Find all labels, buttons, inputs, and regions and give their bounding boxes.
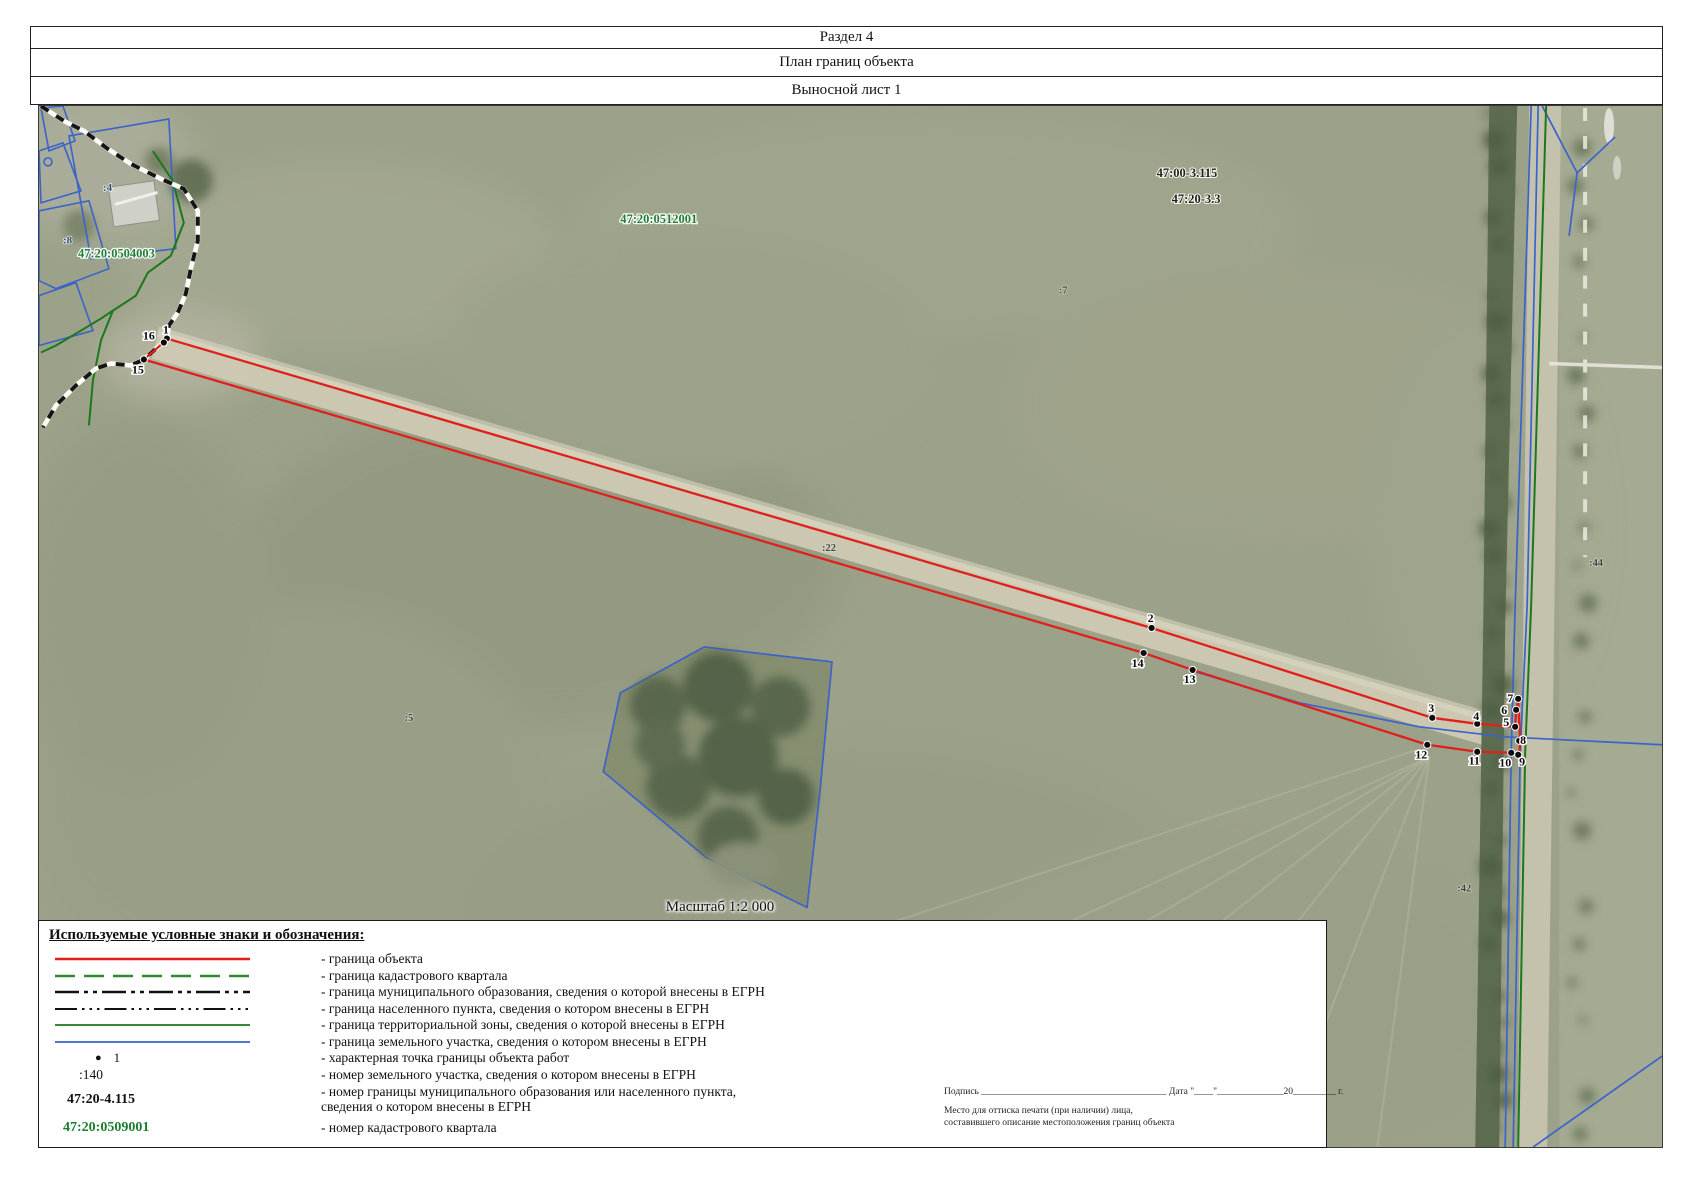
boundary-point-number: 13 — [1184, 672, 1196, 686]
legend-label: - номер земельного участка, сведения о к… — [321, 1068, 696, 1083]
legend-row: ●1- характерная точка границы объекта ра… — [39, 1050, 939, 1067]
boundary-point-dot — [1429, 714, 1436, 721]
boundary-point-number: 4 — [1473, 709, 1479, 723]
legend-sample-text: 47:20-4.115 — [67, 1092, 135, 1108]
boundary-point-number: 1 — [163, 323, 169, 337]
legend-label: - граница населенного пункта, сведения о… — [321, 1002, 709, 1017]
legend-row: :140 - номер земельного участка, сведения… — [39, 1067, 939, 1084]
legend-row: 47:20:0509001 - номер кадастрового кварта… — [39, 1118, 939, 1138]
legend-sample-nas-dash — [39, 1001, 321, 1018]
legend-sample-red-solid — [39, 951, 321, 968]
document-page: Раздел 4 План границ объекта Выносной ли… — [0, 0, 1698, 1200]
point-sample-number: 1 — [114, 1050, 121, 1066]
legend-label: - граница кадастрового квартала — [321, 969, 508, 984]
boundary-point-number: 14 — [1132, 656, 1144, 670]
boundary-point-number: 3 — [1428, 701, 1434, 715]
boundary-point-number: 12 — [1415, 748, 1427, 762]
boundary-point-dot — [1513, 706, 1520, 713]
legend-box: Используемые условные знаки и обозначени… — [38, 920, 1327, 1148]
legend-sample-point: ●1 — [39, 1050, 321, 1067]
legend-row: - граница муниципального образования, св… — [39, 984, 939, 1001]
map-area-label: :44 — [1589, 558, 1604, 569]
map-area-label: 47:20-3.3 — [1172, 192, 1221, 206]
boundary-point-number: 11 — [1469, 754, 1480, 768]
legend-sample-text-green: 47:20:0509001 — [39, 1118, 321, 1138]
legend-label: - номер кадастрового квартала — [321, 1121, 497, 1136]
legend-label: - граница территориальной зоны, сведения… — [321, 1018, 725, 1033]
legend-row: 47:20-4.115 - номер границы муниципальног… — [39, 1083, 939, 1116]
boundary-point-number: 2 — [1148, 611, 1154, 625]
legend-row: - граница населенного пункта, сведения о… — [39, 1001, 939, 1018]
legend-label: - граница объекта — [321, 952, 423, 967]
legend-row: - граница территориальной зоны, сведения… — [39, 1017, 939, 1034]
legend-sample-text-bold: 47:20-4.115 — [39, 1083, 321, 1116]
boundary-point-number: 15 — [132, 362, 144, 376]
map-area-label: 47:20:0504003 — [78, 247, 155, 261]
legend-label: - граница муниципального образования, св… — [321, 985, 765, 1000]
point-sample-dot: ● — [95, 1052, 102, 1064]
legend-sample-text: 47:20:0509001 — [63, 1120, 149, 1136]
stamp-note: Место для оттиска печати (при наличии) л… — [944, 1106, 1336, 1129]
boundary-point-dot — [1515, 695, 1522, 702]
signature-line: Подпись ________________________________… — [944, 1087, 1336, 1097]
boundary-point-dot — [1512, 723, 1519, 730]
sheet-title: Выносной лист 1 — [30, 77, 1663, 105]
legend-sample-mun-dash — [39, 984, 321, 1001]
map-area-label: 47:00-3.115 — [1157, 166, 1218, 180]
map-scale-label: Масштаб 1:2 000 — [580, 899, 860, 916]
legend-label: - характерная точка границы объекта рабо… — [321, 1051, 569, 1066]
map-area-label: :42 — [1457, 883, 1471, 894]
map-area-label: 47:20:0512001 — [620, 212, 697, 226]
map-area-label: :5 — [405, 713, 414, 724]
boundary-point-number: 8 — [1520, 733, 1526, 747]
legend-sample-green-dash — [39, 968, 321, 985]
map-area-label: :22 — [822, 543, 836, 554]
legend-sample-blue-solid — [39, 1034, 321, 1051]
legend-sample-green-solid — [39, 1017, 321, 1034]
boundary-point-number: 5 — [1503, 715, 1509, 729]
plan-title: План границ объекта — [30, 49, 1663, 77]
legend-sample-text: :140 — [79, 1067, 103, 1083]
legend-row: - граница объекта — [39, 951, 939, 968]
signature-block: Подпись ________________________________… — [944, 1087, 1336, 1129]
boundary-point-number: 16 — [143, 329, 155, 343]
header-table: Раздел 4 План границ объекта Выносной ли… — [30, 26, 1663, 105]
legend-label: - номер границы муниципального образован… — [321, 1083, 736, 1114]
boundary-point-dot — [1148, 624, 1155, 631]
map-area-label: :4 — [103, 182, 113, 194]
legend-label: - граница земельного участка, сведения о… — [321, 1035, 707, 1050]
boundary-point-number: 10 — [1499, 756, 1511, 770]
map-area-label: :7 — [1059, 286, 1068, 297]
section-title: Раздел 4 — [30, 26, 1663, 49]
boundary-point-number: 7 — [1507, 691, 1513, 705]
boundary-point-number: 6 — [1501, 703, 1507, 717]
boundary-point-number: 9 — [1519, 755, 1525, 769]
legend-title: Используемые условные знаки и обозначени… — [49, 927, 364, 944]
legend-row: - граница кадастрового квартала — [39, 968, 939, 985]
map-area-label: :8 — [63, 235, 73, 247]
legend-sample-text: :140 — [39, 1067, 321, 1084]
legend-row: - граница земельного участка, сведения о… — [39, 1034, 939, 1051]
legend-rows: - граница объекта - граница кадастрового … — [39, 951, 939, 1138]
boundary-point-dot — [160, 339, 167, 346]
